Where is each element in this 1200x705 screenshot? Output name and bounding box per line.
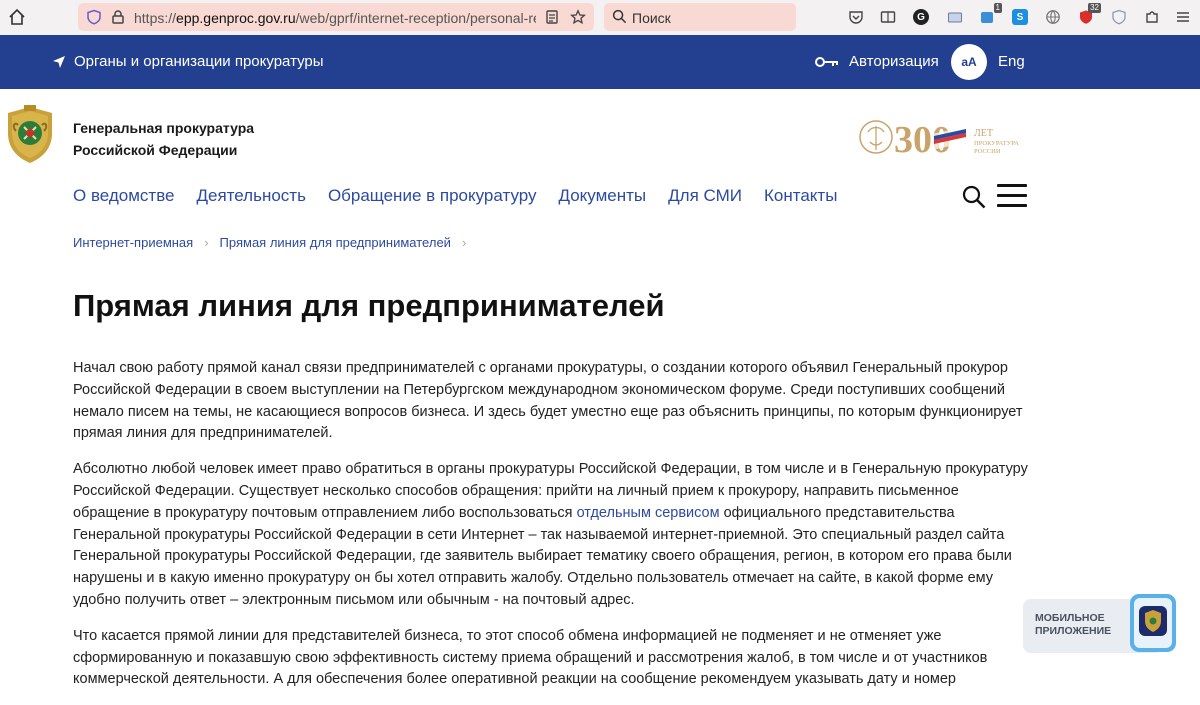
browser-search-placeholder: Поиск <box>632 10 671 26</box>
globe-icon[interactable] <box>1044 8 1062 26</box>
extension-shield-red-icon[interactable]: 32 <box>1077 3 1101 26</box>
nav-item-about[interactable]: О ведомстве <box>73 186 175 206</box>
breadcrumb: Интернет-приемная › Прямая линия для пре… <box>73 235 477 250</box>
extension-mail-icon[interactable] <box>946 8 964 26</box>
shield-icon[interactable] <box>86 9 102 25</box>
extension-download-icon[interactable]: 1 <box>978 3 1002 26</box>
font-size-toggle-button[interactable]: аА <box>951 44 987 80</box>
anniversary-prokuratura: ПРОКУРАТУРА <box>974 140 1019 147</box>
url-text[interactable]: https://epp.genproc.gov.ru/web/gprf/inte… <box>134 10 536 26</box>
chevron-right-icon: › <box>461 235 467 250</box>
paragraph: Начал свою работу прямой канал связи пре… <box>73 360 1023 442</box>
organizations-label: Органы и организации прокуратуры <box>74 53 324 70</box>
search-icon <box>612 9 627 24</box>
key-icon <box>815 56 838 67</box>
location-arrow-icon <box>53 55 65 68</box>
main-nav: О ведомстве Деятельность Обращение в про… <box>73 186 859 206</box>
paragraph: Что касается прямой линии для представит… <box>73 627 988 688</box>
language-switch-link[interactable]: Eng <box>998 53 1025 70</box>
home-icon[interactable] <box>8 8 26 26</box>
nav-item-documents[interactable]: Документы <box>559 186 647 206</box>
badge-count: 1 <box>993 3 1002 13</box>
reading-list-icon[interactable] <box>879 8 897 26</box>
breadcrumb-item-internet-reception[interactable]: Интернет-приемная <box>73 235 193 250</box>
anniversary-years: ЛЕТ <box>974 128 993 139</box>
chevron-right-icon: › <box>204 235 209 250</box>
page-title: Прямая линия для предпринимателей <box>73 288 665 323</box>
browser-toolbar: https://epp.genproc.gov.ru/web/gprf/inte… <box>0 0 1200 35</box>
extensions-puzzle-icon[interactable] <box>1143 8 1161 26</box>
site-topbar: Органы и организации прокуратуры Авториз… <box>0 35 1200 89</box>
nav-item-activity[interactable]: Деятельность <box>197 186 306 206</box>
bookmark-star-icon[interactable] <box>570 9 586 25</box>
nav-item-media[interactable]: Для СМИ <box>668 186 742 206</box>
app-menu-icon[interactable] <box>1174 8 1192 26</box>
badge-count: 32 <box>1088 3 1101 13</box>
anniversary-russia: РОССИИ <box>974 148 1001 155</box>
lock-icon[interactable] <box>110 9 126 25</box>
organizations-link[interactable]: Органы и организации прокуратуры <box>52 53 324 70</box>
nav-item-contacts[interactable]: Контакты <box>764 186 837 206</box>
breadcrumb-item-direct-line[interactable]: Прямая линия для предпринимателей <box>220 235 451 250</box>
hamburger-menu-icon[interactable] <box>997 184 1027 208</box>
mobile-app-label: МОБИЛЬНОЕ ПРИЛОЖЕНИЕ <box>1035 612 1112 637</box>
nav-item-appeal[interactable]: Обращение в прокуратуру <box>328 186 537 206</box>
browser-search-input[interactable]: Поиск <box>604 3 796 31</box>
address-bar[interactable]: https://epp.genproc.gov.ru/web/gprf/inte… <box>78 3 594 31</box>
pocket-icon[interactable] <box>847 8 865 26</box>
prosecutor-emblem-logo[interactable] <box>2 103 58 165</box>
site-search-icon[interactable] <box>961 184 987 210</box>
anniversary-300-logo: 300 ЛЕТ ПРОКУРАТУРА РОССИИ <box>859 119 1019 158</box>
extension-s-icon[interactable]: S <box>1011 8 1029 26</box>
separate-service-link[interactable]: отдельным сервисом <box>577 505 720 521</box>
extension-shield-icon[interactable] <box>1110 8 1128 26</box>
org-name-line1: Генеральная прокуратура <box>73 120 255 136</box>
paragraph: Абсолютно любой человек имеет право обра… <box>73 461 1028 608</box>
article-body: Начал свою работу прямой канал связи пре… <box>73 358 1033 705</box>
phone-app-icon[interactable] <box>1122 590 1184 656</box>
organization-name[interactable]: Генеральная прокуратура Российской Федер… <box>73 117 293 161</box>
extension-g-icon[interactable]: G <box>912 8 930 26</box>
auth-label: Авторизация <box>849 53 939 70</box>
auth-link[interactable]: Авторизация <box>815 53 939 70</box>
org-name-line2: Российской Федерации <box>73 142 238 158</box>
reader-mode-icon[interactable] <box>544 9 560 25</box>
